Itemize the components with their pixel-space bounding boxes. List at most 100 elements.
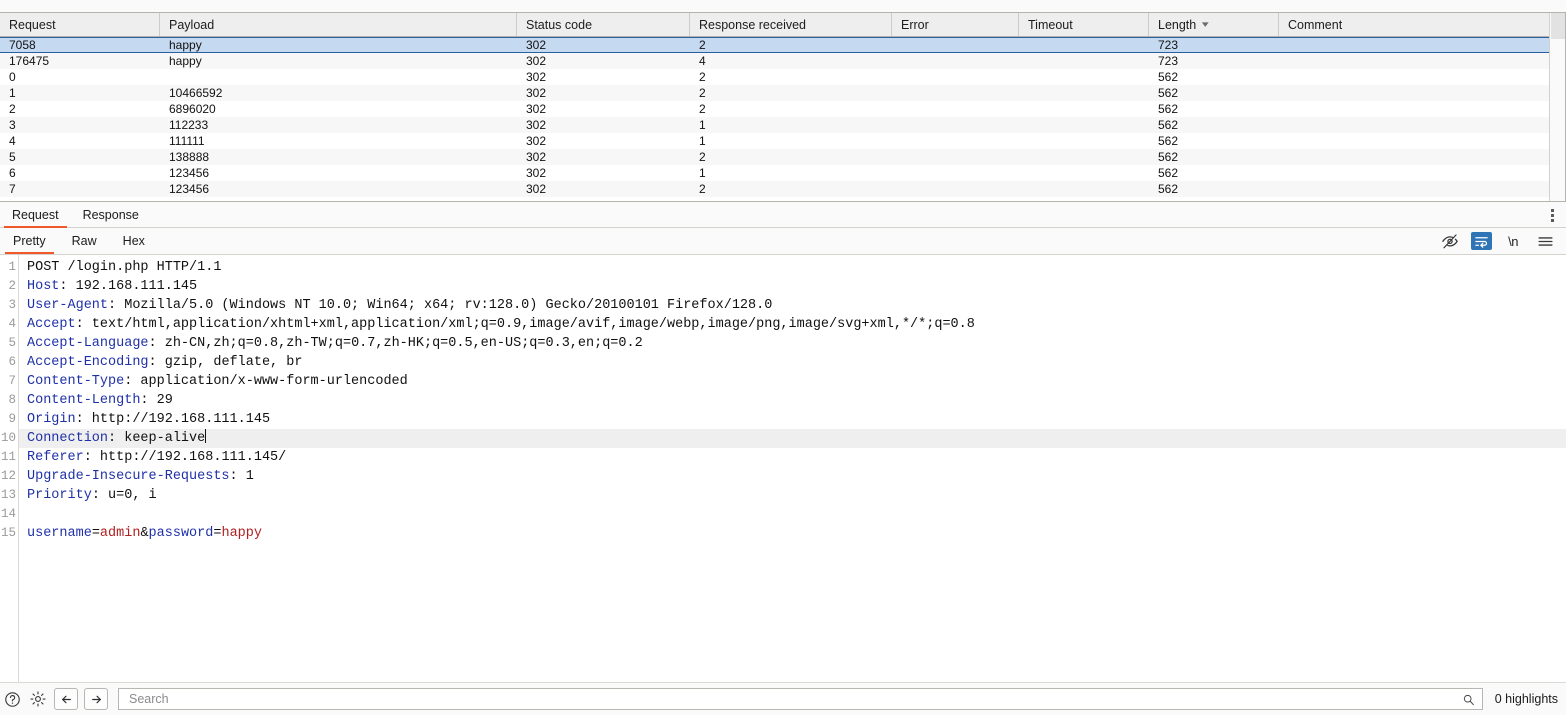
question-circle-icon[interactable] xyxy=(2,689,22,709)
column-header-request[interactable]: Request xyxy=(0,13,160,36)
cell-request: 6 xyxy=(0,166,160,180)
hamburger-menu-icon[interactable] xyxy=(1534,231,1556,251)
cell-status: 302 xyxy=(517,70,690,84)
cell-payload: 112233 xyxy=(160,118,517,132)
cell-length: 562 xyxy=(1149,102,1279,116)
column-header-length[interactable]: Length ▾ xyxy=(1149,13,1279,36)
table-row[interactable]: 61234563021562 xyxy=(0,165,1549,181)
header-name: Content-Length xyxy=(27,393,140,408)
highlights-count: 0 highlights xyxy=(1489,692,1558,706)
cell-payload: 10466592 xyxy=(160,86,517,100)
editor-view-bar: Pretty Raw Hex \n xyxy=(0,228,1566,255)
header-value: : application/x-www-form-urlencoded xyxy=(124,374,408,389)
column-header-payload[interactable]: Payload xyxy=(160,13,517,36)
header-name: Accept xyxy=(27,317,76,332)
header-value: : http://192.168.111.145 xyxy=(76,412,270,427)
cell-status: 302 xyxy=(517,118,690,132)
cell-payload: 123456 xyxy=(160,182,517,196)
header-value: : gzip, deflate, br xyxy=(149,355,303,370)
line-number: 10 xyxy=(0,429,18,448)
line-number: 14 xyxy=(0,505,18,524)
request-code-area[interactable]: POST /login.php HTTP/1.1Host: 192.168.11… xyxy=(19,255,1566,682)
column-header-status-code[interactable]: Status code xyxy=(517,13,690,36)
cell-status: 302 xyxy=(517,86,690,100)
cell-request: 3 xyxy=(0,118,160,132)
tab-raw[interactable]: Raw xyxy=(59,228,110,254)
cell-payload: happy xyxy=(160,54,517,68)
scrollbar-thumb[interactable] xyxy=(1551,13,1565,39)
table-row[interactable]: 51388883022562 xyxy=(0,149,1549,165)
line-number: 3 xyxy=(0,296,18,315)
newline-icon[interactable]: \n xyxy=(1502,231,1524,251)
column-header-label: Status code xyxy=(526,18,592,32)
header-name: Accept-Language xyxy=(27,336,149,351)
kebab-menu-icon[interactable] xyxy=(1544,206,1560,224)
editor-tool-buttons: \n xyxy=(1439,231,1566,251)
bottom-toolbar: 0 highlights xyxy=(0,682,1566,715)
param-separator: & xyxy=(140,526,148,541)
table-row[interactable]: 31122333021562 xyxy=(0,117,1549,133)
code-line: POST /login.php HTTP/1.1 xyxy=(19,258,1566,277)
table-row[interactable]: 71234563022562 xyxy=(0,181,1549,197)
tab-label: Hex xyxy=(123,234,145,248)
search-box[interactable] xyxy=(118,688,1483,710)
request-editor[interactable]: 123456789101112131415 POST /login.php HT… xyxy=(0,255,1566,682)
table-row[interactable]: 176475happy3024723 xyxy=(0,53,1549,69)
cell-length: 723 xyxy=(1149,38,1279,52)
column-header-comment[interactable]: Comment xyxy=(1279,13,1549,36)
code-line: Accept-Encoding: gzip, deflate, br xyxy=(19,353,1566,372)
header-name: Origin xyxy=(27,412,76,427)
line-number: 2 xyxy=(0,277,18,296)
param-name: username xyxy=(27,526,92,541)
cell-payload: 138888 xyxy=(160,150,517,164)
back-button[interactable] xyxy=(54,688,78,710)
column-header-label: Timeout xyxy=(1028,18,1073,32)
results-vertical-scrollbar[interactable] xyxy=(1549,13,1565,201)
table-row[interactable]: 1104665923022562 xyxy=(0,85,1549,101)
cell-length: 562 xyxy=(1149,70,1279,84)
cell-request: 7058 xyxy=(0,38,160,52)
column-header-error[interactable]: Error xyxy=(892,13,1019,36)
param-equals: = xyxy=(92,526,100,541)
table-row[interactable]: 7058happy3022723 xyxy=(0,37,1549,53)
burp-intruder-window: Request Payload Status code Response rec… xyxy=(0,0,1566,715)
line-number: 12 xyxy=(0,467,18,486)
tab-request[interactable]: Request xyxy=(0,208,71,227)
eye-off-icon[interactable] xyxy=(1439,231,1461,251)
code-line: Upgrade-Insecure-Requests: 1 xyxy=(19,467,1566,486)
gear-icon[interactable] xyxy=(28,689,48,709)
line-number: 5 xyxy=(0,334,18,353)
line-number: 9 xyxy=(0,410,18,429)
table-scroll-host: Request Payload Status code Response rec… xyxy=(0,13,1565,201)
line-number: 13 xyxy=(0,486,18,505)
column-header-timeout[interactable]: Timeout xyxy=(1019,13,1149,36)
cell-status: 302 xyxy=(517,38,690,52)
word-wrap-icon[interactable] xyxy=(1471,232,1492,250)
search-input[interactable] xyxy=(127,691,1462,707)
forward-button[interactable] xyxy=(84,688,108,710)
tab-response[interactable]: Response xyxy=(71,208,151,227)
cell-response: 1 xyxy=(690,134,892,148)
line-number: 15 xyxy=(0,524,18,543)
cell-length: 562 xyxy=(1149,134,1279,148)
line-number: 4 xyxy=(0,315,18,334)
header-value: : 29 xyxy=(140,393,172,408)
cell-length: 723 xyxy=(1149,54,1279,68)
cell-length: 562 xyxy=(1149,86,1279,100)
header-value: : 1 xyxy=(230,469,254,484)
header-name: Connection xyxy=(27,431,108,446)
cell-payload: 123456 xyxy=(160,166,517,180)
header-value: : zh-CN,zh;q=0.8,zh-TW;q=0.7,zh-HK;q=0.5… xyxy=(149,336,643,351)
code-line: Priority: u=0, i xyxy=(19,486,1566,505)
table-row[interactable]: 268960203022562 xyxy=(0,101,1549,117)
tab-hex[interactable]: Hex xyxy=(110,228,158,254)
tab-label: Request xyxy=(12,208,59,222)
cell-status: 302 xyxy=(517,102,690,116)
table-row[interactable]: 03022562 xyxy=(0,69,1549,85)
cell-request: 7 xyxy=(0,182,160,196)
column-header-response-received[interactable]: Response received xyxy=(690,13,892,36)
table-row[interactable]: 41111113021562 xyxy=(0,133,1549,149)
cell-response: 1 xyxy=(690,166,892,180)
magnifier-icon[interactable] xyxy=(1462,692,1476,706)
tab-pretty[interactable]: Pretty xyxy=(0,228,59,254)
